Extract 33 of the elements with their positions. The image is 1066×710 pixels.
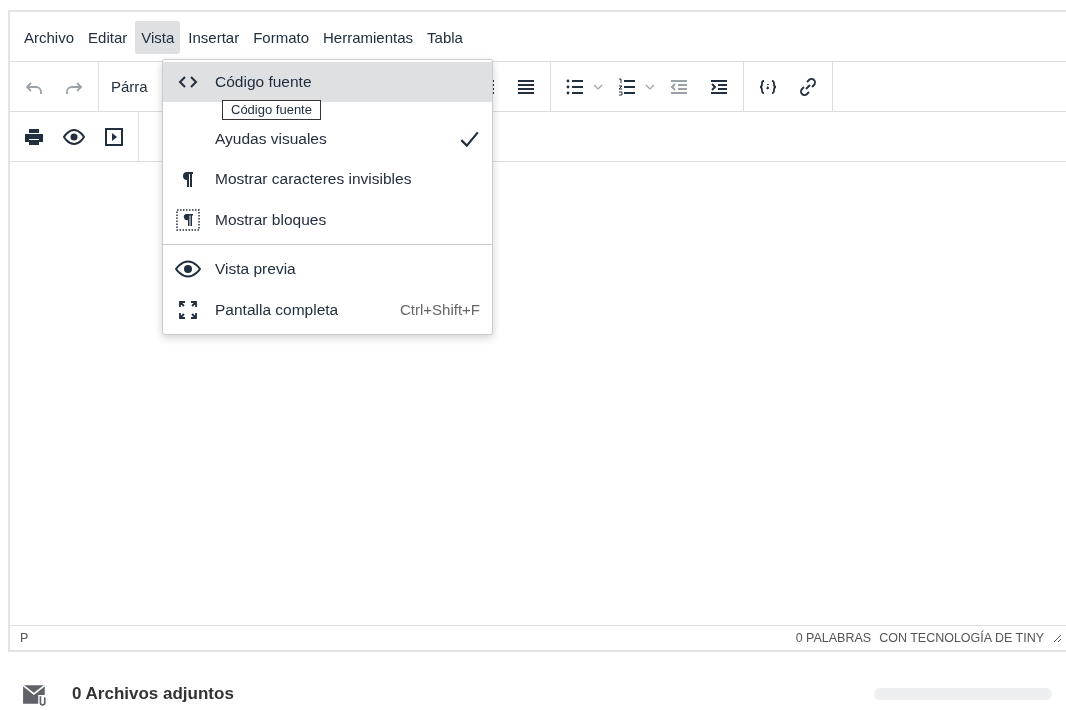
menu-item[interactable]: Mostrar caracteres invisibles — [163, 158, 492, 199]
block-format-dropdown[interactable]: Párra — [107, 78, 148, 95]
menu-item-label: Código fuente — [215, 73, 313, 91]
menu-item[interactable]: Insertar — [182, 21, 246, 54]
menu-item-label: Pantalla completa — [215, 300, 340, 319]
menu-item[interactable]: Código fuente — [163, 62, 492, 102]
menu-item[interactable]: Editar — [82, 21, 134, 54]
shortcut-text: Ctrl+Shift+F — [399, 301, 480, 318]
menu-item[interactable]: Herramientas — [317, 21, 420, 54]
mail-attachment-icon — [22, 682, 48, 706]
menu-item-label: Ayudas visuales — [215, 130, 328, 148]
menu-item[interactable]: Vista — [135, 21, 181, 54]
eye-icon — [175, 260, 201, 278]
menu-item-label: Vista previa — [215, 260, 297, 278]
menu-item[interactable]: Mostrar bloques — [163, 199, 492, 240]
menu-item[interactable]: Tabla — [421, 21, 469, 54]
branding-link[interactable]: CON TECNOLOGÍA DE TINY — [879, 631, 1044, 645]
pilcrow-icon — [182, 170, 194, 187]
attachments-count: 0 Archivos adjuntos — [72, 684, 234, 704]
resize-handle-icon[interactable] — [1052, 633, 1062, 643]
menu-item[interactable]: Archivo — [18, 21, 81, 54]
menu-item[interactable]: Formato — [247, 21, 315, 54]
menu-item[interactable]: Ayudas visuales — [163, 120, 492, 158]
menu-item-label: Mostrar caracteres invisibles — [215, 169, 413, 188]
menu-item-label: Mostrar bloques — [215, 210, 328, 229]
tooltip: Código fuente — [222, 100, 321, 120]
element-path[interactable]: P — [20, 631, 29, 645]
menu-item[interactable]: Pantalla completa Ctrl+Shift+F — [163, 289, 492, 330]
menu-item[interactable]: Vista previa — [163, 249, 492, 289]
code-icon — [178, 75, 198, 89]
fullscreen-icon — [178, 299, 198, 320]
word-count[interactable]: 0 PALABRAS — [795, 631, 872, 645]
show-blocks-icon — [176, 208, 200, 231]
